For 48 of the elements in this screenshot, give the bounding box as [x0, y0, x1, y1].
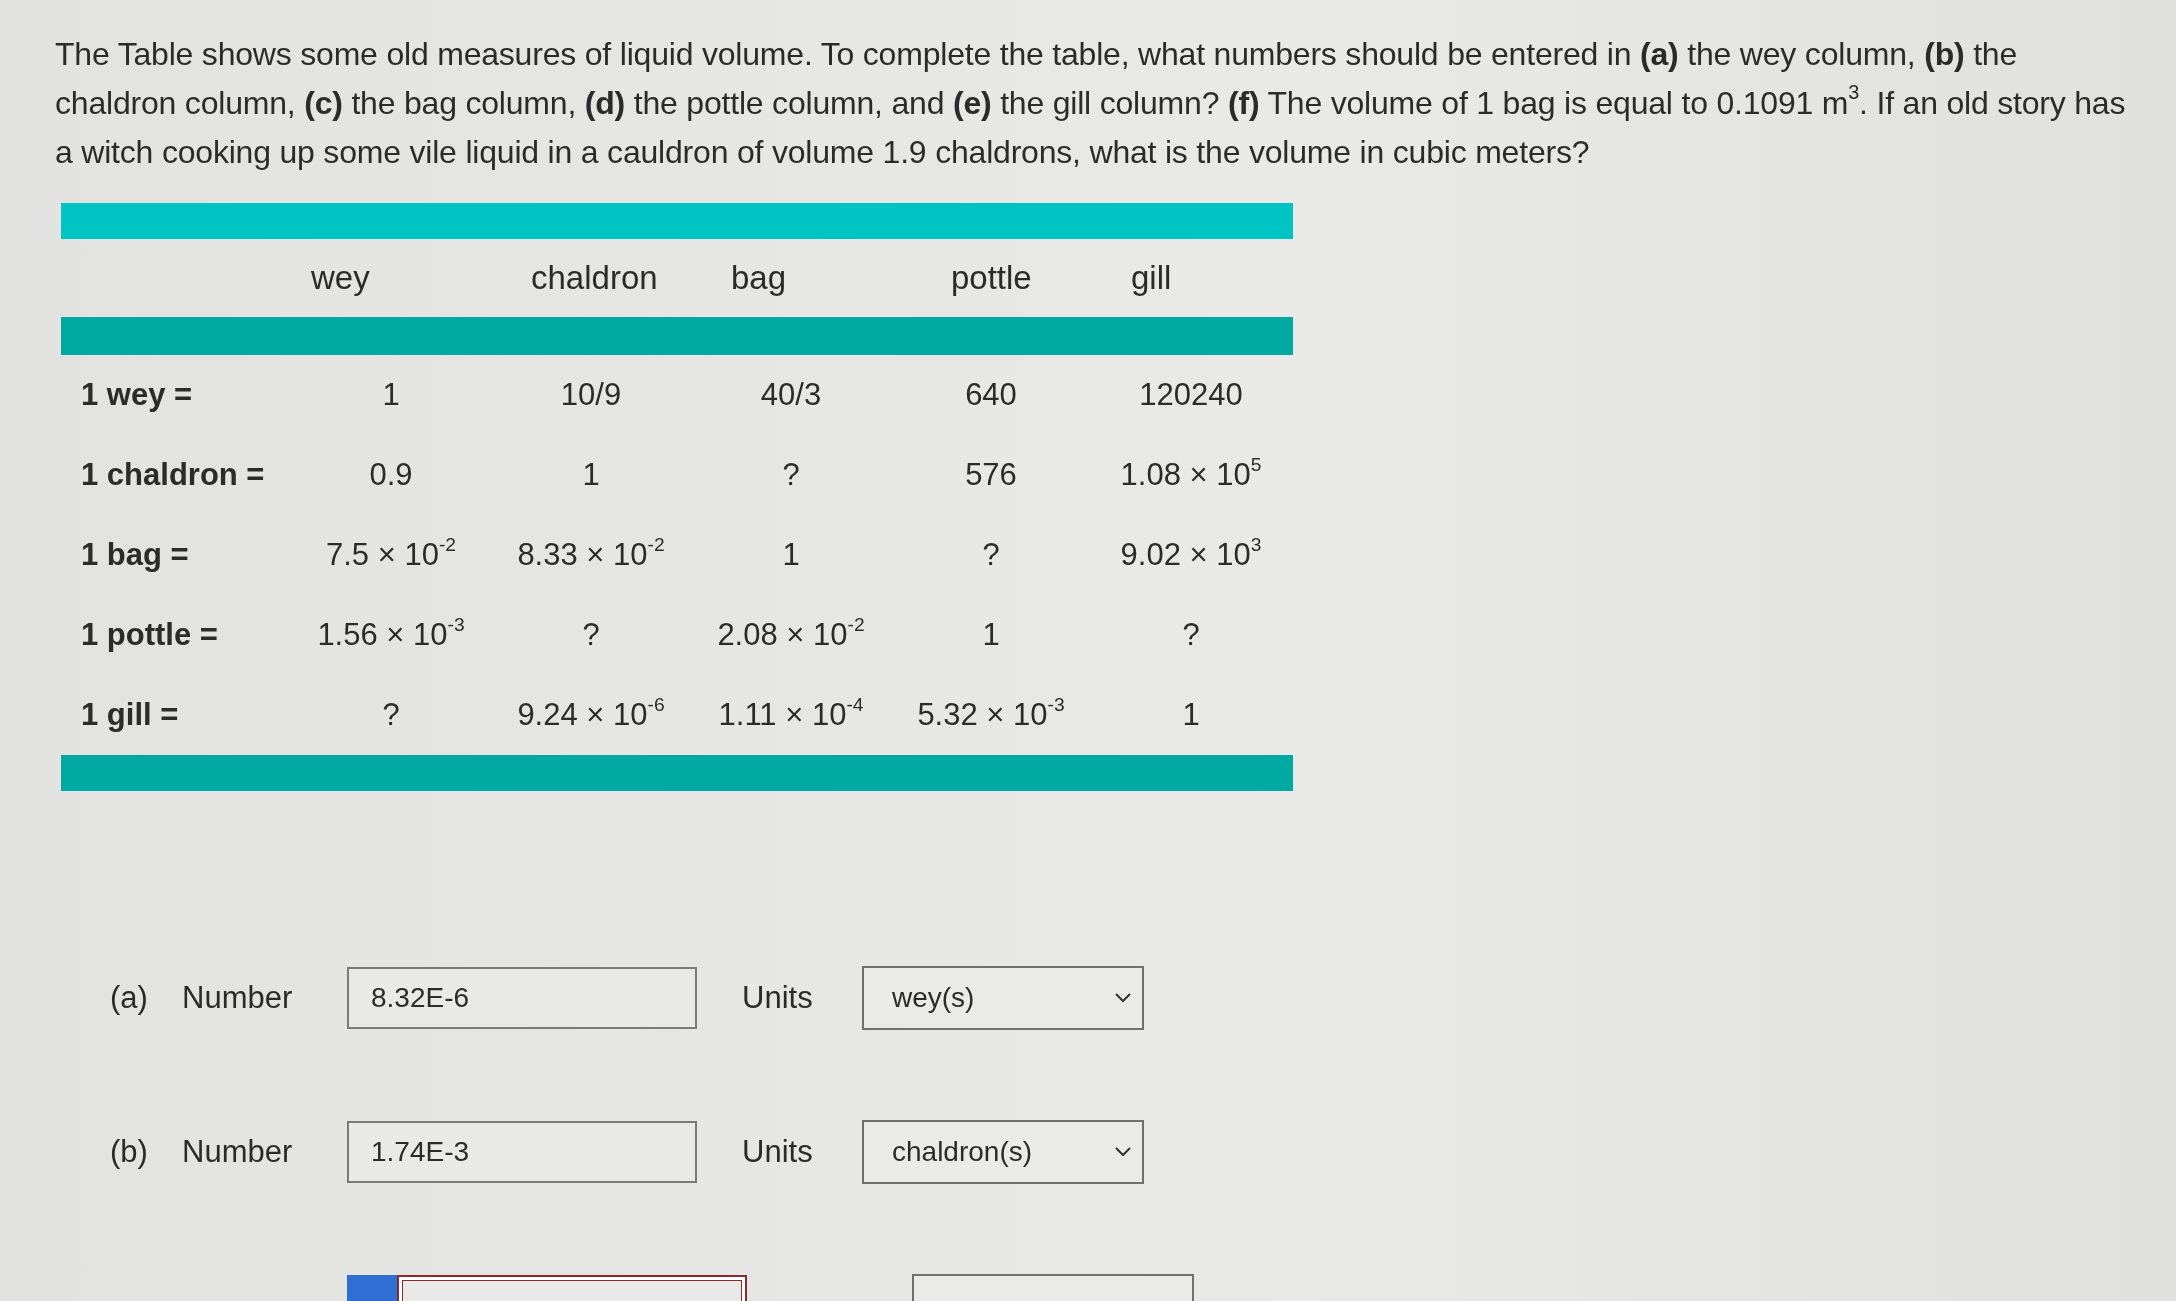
units-select[interactable]: chaldron(s) — [862, 1120, 1144, 1184]
part-label: (b) — [110, 1134, 148, 1169]
chevron-down-icon — [1114, 992, 1132, 1004]
table-cell: 40/3 — [760, 377, 822, 413]
units-label: Units — [742, 1134, 813, 1169]
table-cell: 5.32 × 10$^{-3}$ — [917, 697, 1065, 733]
table-cell: 576 — [965, 457, 1017, 493]
table-cell: ? — [582, 617, 600, 653]
row-label: 1 gill = — [81, 697, 179, 733]
chevron-down-icon — [1114, 1146, 1132, 1158]
table-cell: 9.24 × 10$^{-6}$ — [517, 697, 665, 733]
table-cell: 10/9 — [560, 377, 622, 413]
row-label: 1 pottle = — [81, 617, 218, 653]
number-field[interactable]: 1.74E-3 — [347, 1121, 697, 1183]
column-header: bag — [731, 259, 787, 297]
table-cell: 8.33 × 10$^{-2}$ — [517, 537, 665, 573]
table-cell: 2.08 × 10$^{-2}$ — [717, 617, 865, 653]
table-cell: 1 — [582, 457, 600, 493]
number-label: Number — [182, 980, 293, 1015]
table-cell: 1.11 × 10$^{-4}$ — [718, 697, 864, 733]
units-select[interactable]: wey(s) — [862, 966, 1144, 1030]
table-cell: 1 — [382, 377, 400, 413]
units-label: Units — [742, 980, 813, 1015]
table-cell: 7.5 × 10$^{-2}$ — [326, 537, 456, 573]
row-label: 1 wey = — [81, 377, 193, 413]
part-label: (a) — [110, 980, 148, 1015]
table-cell: ? — [782, 457, 800, 493]
table-cell: ? — [382, 697, 400, 733]
table-cell: 120240 — [1139, 377, 1243, 413]
table-cell: 9.02 × 10$^{3}$ — [1120, 537, 1262, 573]
row-label: 1 bag = — [81, 537, 189, 573]
number-label: Number — [182, 1134, 293, 1169]
table-cell: ? — [982, 537, 1000, 573]
number-field[interactable]: 8.32E-6 — [347, 967, 697, 1029]
column-header: pottle — [951, 259, 1032, 297]
table-cell: ? — [1182, 617, 1200, 653]
table-cell: 640 — [965, 377, 1017, 413]
table-cell: 1.56 × 10$^{-3}$ — [317, 617, 465, 653]
column-header: gill — [1131, 259, 1172, 297]
column-header: wey — [311, 259, 370, 297]
table-cell: 1 — [1182, 697, 1200, 733]
column-header: chaldron — [531, 259, 658, 297]
question-text: The Table shows some old measures of liquid volume. To complete the table, what numbers should be entered in (a) the wey column, (b) the chaldron column, (c) the bag column, (d) the pottle column, and (e) the gill column? (f) The volume of 1 bag is equal to 0.1091 m$^{3}$. If an old story has a witch cooking up some vile liquid in a cauldron of volume 1.9 chaldrons, what is the volume in cubic meters? — [55, 35, 2127, 172]
table-cell: 1 — [982, 617, 1000, 653]
row-label: 1 chaldron = — [81, 457, 265, 493]
table-cell: 1 — [782, 537, 800, 573]
table-cell: 1.08 × 10$^{5}$ — [1120, 457, 1262, 493]
table-cell: 0.9 — [369, 457, 413, 493]
